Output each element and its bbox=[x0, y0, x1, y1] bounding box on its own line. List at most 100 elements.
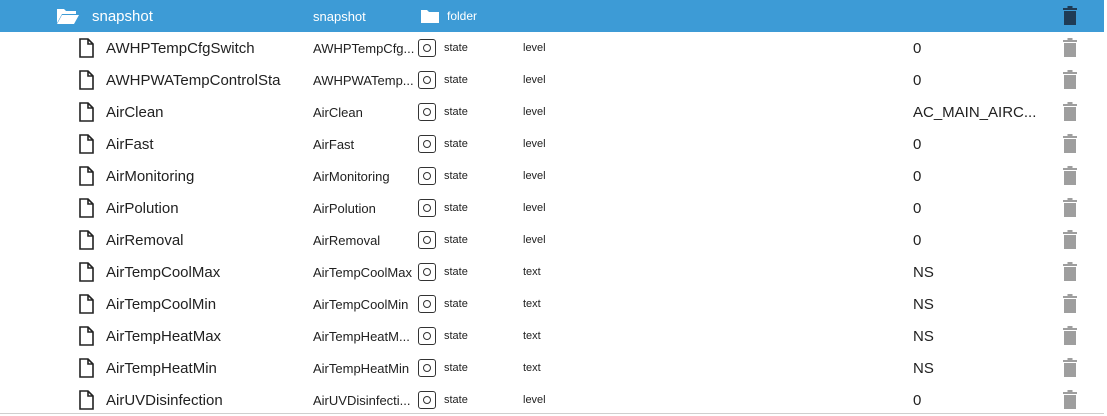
state-icon[interactable] bbox=[418, 256, 438, 288]
row-role: state bbox=[444, 234, 468, 246]
row-role: state bbox=[444, 330, 468, 342]
table-row[interactable]: AirRemoval AirRemoval state level 0 bbox=[0, 224, 1104, 256]
row-role: state bbox=[444, 74, 468, 86]
row-value-type: text bbox=[523, 362, 541, 374]
row-value[interactable]: 0 bbox=[913, 64, 1038, 96]
trash-icon[interactable] bbox=[1060, 384, 1080, 416]
folder-id: snapshot bbox=[313, 8, 366, 24]
row-id: AirUVDisinfecti... bbox=[313, 392, 411, 408]
trash-icon[interactable] bbox=[1060, 32, 1080, 64]
row-name: AirPolution bbox=[106, 199, 179, 217]
row-id: AirRemoval bbox=[313, 232, 381, 248]
row-id: AWHPWATemp... bbox=[313, 72, 414, 88]
state-icon[interactable] bbox=[418, 320, 438, 352]
row-value-type: level bbox=[523, 42, 546, 54]
row-value-type: text bbox=[523, 330, 541, 342]
row-value[interactable]: NS bbox=[913, 320, 1038, 352]
state-icon[interactable] bbox=[418, 96, 438, 128]
file-icon bbox=[78, 64, 94, 96]
row-id: AirMonitoring bbox=[313, 168, 390, 184]
row-id: AWHPTempCfg... bbox=[313, 40, 415, 56]
row-value[interactable]: 0 bbox=[913, 32, 1038, 64]
row-id: AirPolution bbox=[313, 200, 376, 216]
row-value[interactable]: AC_MAIN_AIRC... bbox=[913, 96, 1038, 128]
row-value-type: level bbox=[523, 202, 546, 214]
row-value[interactable]: NS bbox=[913, 352, 1038, 384]
table-row[interactable]: AirTempCoolMax AirTempCoolMax state text… bbox=[0, 256, 1104, 288]
trash-icon[interactable] bbox=[1060, 256, 1080, 288]
row-value-type: level bbox=[523, 106, 546, 118]
folder-row-snapshot[interactable]: snapshot snapshot folder bbox=[0, 0, 1104, 32]
row-name: AirMonitoring bbox=[106, 167, 195, 185]
row-name: AirUVDisinfection bbox=[106, 391, 223, 409]
row-id: AirTempCoolMax bbox=[313, 264, 412, 280]
row-name: AirTempHeatMin bbox=[106, 359, 217, 377]
row-value-type: level bbox=[523, 170, 546, 182]
table-row[interactable]: AirFast AirFast state level 0 bbox=[0, 128, 1104, 160]
state-icon[interactable] bbox=[418, 384, 438, 416]
trash-icon[interactable] bbox=[1060, 96, 1080, 128]
row-name: AirFast bbox=[106, 135, 154, 153]
row-role: state bbox=[444, 138, 468, 150]
row-value[interactable]: 0 bbox=[913, 128, 1038, 160]
folder-icon bbox=[420, 0, 440, 32]
row-id: AirTempCoolMin bbox=[313, 296, 409, 312]
row-role: state bbox=[444, 298, 468, 310]
row-id: AirTempHeatMin bbox=[313, 360, 410, 376]
row-id: AirFast bbox=[313, 136, 355, 152]
row-name: AirRemoval bbox=[106, 231, 184, 249]
row-value[interactable]: NS bbox=[913, 256, 1038, 288]
row-name: AirTempCoolMax bbox=[106, 263, 221, 281]
row-value[interactable]: 0 bbox=[913, 160, 1038, 192]
table-row[interactable]: AWHPWATempControlSta AWHPWATemp... state… bbox=[0, 64, 1104, 96]
row-role: state bbox=[444, 394, 468, 406]
folder-open-icon[interactable] bbox=[56, 0, 80, 32]
row-name: AWHPTempCfgSwitch bbox=[106, 39, 255, 57]
row-id: AirClean bbox=[313, 104, 363, 120]
row-value-type: level bbox=[523, 394, 546, 406]
state-icon[interactable] bbox=[418, 160, 438, 192]
table-row[interactable]: AirClean AirClean state level AC_MAIN_AI… bbox=[0, 96, 1104, 128]
file-icon bbox=[78, 160, 94, 192]
table-row[interactable]: AirUVDisinfection AirUVDisinfecti... sta… bbox=[0, 384, 1104, 416]
row-value[interactable]: 0 bbox=[913, 192, 1038, 224]
row-id: AirTempHeatM... bbox=[313, 328, 410, 344]
row-value-type: text bbox=[523, 298, 541, 310]
trash-icon[interactable] bbox=[1060, 320, 1080, 352]
trash-icon[interactable] bbox=[1060, 0, 1080, 32]
table-row[interactable]: AWHPTempCfgSwitch AWHPTempCfg... state l… bbox=[0, 32, 1104, 64]
row-name: AirTempHeatMax bbox=[106, 327, 222, 345]
row-role: state bbox=[444, 362, 468, 374]
row-value[interactable]: 0 bbox=[913, 384, 1038, 416]
file-icon bbox=[78, 192, 94, 224]
table-row[interactable]: AirPolution AirPolution state level 0 bbox=[0, 192, 1104, 224]
trash-icon[interactable] bbox=[1060, 224, 1080, 256]
table-row[interactable]: AirTempHeatMin AirTempHeatMin state text… bbox=[0, 352, 1104, 384]
state-icon[interactable] bbox=[418, 224, 438, 256]
file-icon bbox=[78, 256, 94, 288]
state-icon[interactable] bbox=[418, 288, 438, 320]
row-role: state bbox=[444, 170, 468, 182]
table-row[interactable]: AirTempHeatMax AirTempHeatM... state tex… bbox=[0, 320, 1104, 352]
trash-icon[interactable] bbox=[1060, 288, 1080, 320]
trash-icon[interactable] bbox=[1060, 192, 1080, 224]
state-icon[interactable] bbox=[418, 352, 438, 384]
row-value[interactable]: 0 bbox=[913, 224, 1038, 256]
state-icon[interactable] bbox=[418, 64, 438, 96]
state-icon[interactable] bbox=[418, 128, 438, 160]
row-name: AirClean bbox=[106, 103, 164, 121]
table-row[interactable]: AirTempCoolMin AirTempCoolMin state text… bbox=[0, 288, 1104, 320]
object-tree: snapshot snapshot folder AWHPTempCfgSwit… bbox=[0, 0, 1107, 416]
file-icon bbox=[78, 320, 94, 352]
trash-icon[interactable] bbox=[1060, 352, 1080, 384]
file-icon bbox=[78, 128, 94, 160]
trash-icon[interactable] bbox=[1060, 64, 1080, 96]
trash-icon[interactable] bbox=[1060, 128, 1080, 160]
table-row[interactable]: AirMonitoring AirMonitoring state level … bbox=[0, 160, 1104, 192]
row-value[interactable]: NS bbox=[913, 288, 1038, 320]
state-icon[interactable] bbox=[418, 32, 438, 64]
trash-icon[interactable] bbox=[1060, 160, 1080, 192]
file-icon bbox=[78, 384, 94, 416]
row-role: state bbox=[444, 202, 468, 214]
state-icon[interactable] bbox=[418, 192, 438, 224]
